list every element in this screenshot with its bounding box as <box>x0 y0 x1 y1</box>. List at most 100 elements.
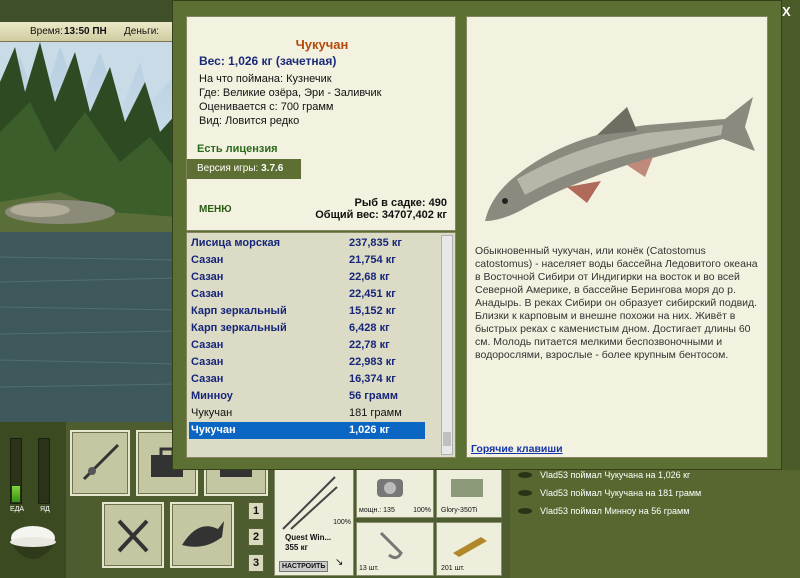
catch-fish-weight: 15,152 кг <box>349 305 396 317</box>
game-window: Время: 13:50 ПН Деньги: ЕДА ЯД 1 2 3 100… <box>0 0 800 578</box>
catch-row[interactable]: Лисица морская 237,835 кг <box>189 235 425 252</box>
catch-fish-name: Сазан <box>191 373 224 385</box>
menu-button[interactable]: МЕНЮ <box>199 204 232 215</box>
catch-fish-weight: 56 грамм <box>349 390 398 402</box>
catch-row[interactable]: Сазан 21,754 кг <box>189 252 425 269</box>
fish-picture <box>485 97 755 221</box>
catch-fish-weight: 21,754 кг <box>349 254 396 266</box>
catch-fish-weight: 1,026 кг <box>349 424 390 436</box>
expand-arrow-icon[interactable]: ↘ <box>335 557 343 568</box>
food-button[interactable] <box>102 502 164 568</box>
reel-slot[interactable]: мощн.: 135 100% <box>356 468 434 518</box>
poison-label: ЯД <box>40 506 50 513</box>
log-fish-icon <box>518 508 532 514</box>
hook-slot[interactable]: 13 шт. <box>356 522 434 576</box>
catch-row[interactable]: Сазан 22,78 кг <box>189 337 425 354</box>
bait-bowl-icon[interactable] <box>6 518 60 574</box>
hotkeys-link[interactable]: Горячие клавиши <box>471 443 563 455</box>
fish-cage-button[interactable] <box>170 502 234 568</box>
dialog-side-frame <box>782 0 800 470</box>
catch-row[interactable]: Сазан 22,68 кг <box>189 269 425 286</box>
rod-percent: 100% <box>333 519 351 526</box>
catch-fish-name: Сазан <box>191 356 224 368</box>
catch-fish-name: Лисица морская <box>191 237 281 249</box>
poison-gauge <box>38 438 50 504</box>
caught-on: На что поймана: Кузнечик <box>199 73 332 85</box>
fish-icon <box>182 521 224 547</box>
fork-knife-icon <box>117 519 149 553</box>
version-value: 3.7.6 <box>261 163 284 174</box>
total-weight: Общий вес: 34707,402 кг <box>315 209 447 221</box>
cage-summary: Рыб в садке: 490 Общий вес: 34707,402 кг <box>315 197 447 221</box>
catch-log: Vlad53 поймал Чукучана на 1,026 кг Vlad5… <box>510 464 800 578</box>
setup-button[interactable]: НАСТРОИТЬ <box>279 561 329 572</box>
catch-row[interactable]: Сазан 16,374 кг <box>189 371 425 388</box>
catch-fish-name: Сазан <box>191 271 224 283</box>
catch-fish-weight: 237,835 кг <box>349 237 402 249</box>
catch-list-scrollbar[interactable] <box>441 235 453 455</box>
food-gauge <box>10 438 22 504</box>
fish-description-panel: Обыкновенный чукучан, или конёк (Catosto… <box>466 16 768 458</box>
log-line: Vlad53 поймал Минноу на 56 грамм <box>540 506 690 516</box>
version-label: Версия игры: <box>197 163 259 174</box>
rods-button[interactable] <box>70 430 130 496</box>
catch-fish-weight: 181 грамм <box>349 407 402 419</box>
catch-fish-name: Минноу <box>191 390 233 402</box>
page-2-button[interactable]: 2 <box>248 528 264 546</box>
catch-fish-weight: 16,374 кг <box>349 373 396 385</box>
catch-row[interactable]: Сазан 22,451 кг <box>189 286 425 303</box>
time-label: Время: <box>30 26 63 37</box>
reel-percent: 100% <box>413 507 431 514</box>
page-3-button[interactable]: 3 <box>248 554 264 572</box>
fish-description: Обыкновенный чукучан, или конёк (Catosto… <box>475 245 758 361</box>
rod-weight: 355 кг <box>285 543 308 552</box>
bait-count: 201 шт. <box>441 565 465 572</box>
catch-fish-name: Чукучан <box>191 407 233 419</box>
fish-weight: Вес: 1,026 кг (зачетная) <box>199 54 337 68</box>
catch-fish-name: Карп зеркальный <box>191 322 287 334</box>
catch-location: Где: Великие озёра, Эри - Заливчик <box>199 87 382 99</box>
close-button[interactable]: X <box>782 4 791 19</box>
reel-power: мощн.: 135 <box>359 507 395 514</box>
catch-row[interactable]: Карп зеркальный 15,152 кг <box>189 303 425 320</box>
scrollbar-thumb[interactable] <box>443 432 451 446</box>
catch-row[interactable]: Чукучан 1,026 кг <box>189 422 425 439</box>
valued-from: Оценивается с: 700 грамм <box>199 101 334 113</box>
page-1-button[interactable]: 1 <box>248 502 264 520</box>
hook-icon <box>379 531 403 560</box>
rod-name: Quest Win... <box>285 533 332 542</box>
fish-name: Чукучан <box>295 37 349 52</box>
catch-fish-weight: 22,78 кг <box>349 339 390 351</box>
fish-in-cage: Рыб в садке: 490 <box>354 197 447 209</box>
reel-icon <box>377 479 403 497</box>
catch-row[interactable]: Минноу 56 грамм <box>189 388 425 405</box>
food-gauge-fill <box>12 486 20 502</box>
catch-fish-name: Чукучан <box>191 424 236 436</box>
catch-fish-weight: 22,68 кг <box>349 271 390 283</box>
food-label: ЕДА <box>10 506 25 513</box>
catch-fish-weight: 22,451 кг <box>349 288 396 300</box>
catch-row[interactable]: Сазан 22,983 кг <box>189 354 425 371</box>
fish-kind: Вид: Ловится редко <box>199 115 300 127</box>
catch-fish-weight: 6,428 кг <box>349 322 390 334</box>
fish-details-panel: Чукучан Вес: 1,026 кг (зачетная) На что … <box>186 16 456 231</box>
catch-fish-name: Сазан <box>191 288 224 300</box>
log-fish-icon <box>518 490 532 496</box>
catch-row[interactable]: Чукучан 181 грамм <box>189 405 425 422</box>
rod-slot[interactable]: 100% Quest Win... 355 кг НАСТРОИТЬ ↘ <box>274 468 354 576</box>
catch-list[interactable]: Лисица морская 237,835 кг Сазан 21,754 кг Са… <box>186 232 456 458</box>
catch-fish-name: Сазан <box>191 339 224 351</box>
license-status: Есть лицензия <box>197 143 278 155</box>
catch-fish-name: Сазан <box>191 254 224 266</box>
log-fish-icon <box>518 472 532 478</box>
fishing-rod-icon <box>82 443 120 481</box>
lure-slot[interactable]: Glory-350Ti <box>436 468 502 518</box>
lake-scene <box>0 42 178 422</box>
catch-row[interactable]: Карп зеркальный 6,428 кг <box>189 320 425 337</box>
money-label: Деньги: <box>124 26 160 37</box>
bait-slot[interactable]: 201 шт. <box>436 522 502 576</box>
lure-icon <box>451 479 483 497</box>
catch-fish-name: Карп зеркальный <box>191 305 287 317</box>
rod-icon <box>282 476 338 530</box>
game-version: Версия игры: 3.7.6 <box>187 159 301 179</box>
